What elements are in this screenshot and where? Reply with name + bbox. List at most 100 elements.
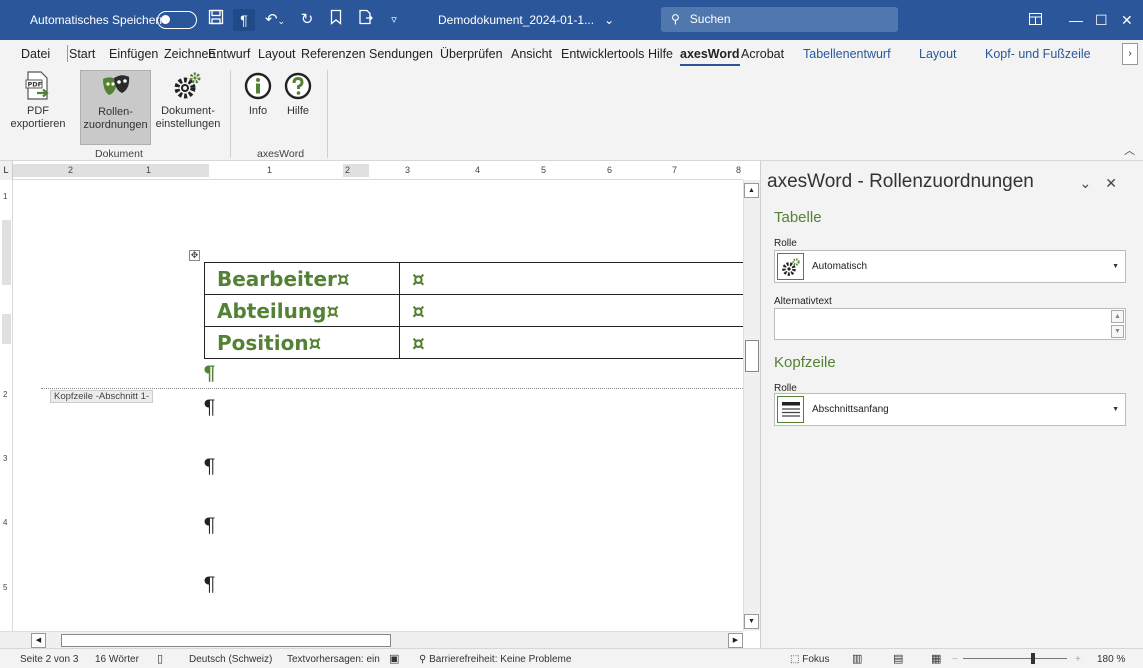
vertical-ruler[interactable]: 1 2 3 4 5	[0, 180, 13, 631]
tab-selector[interactable]: L	[0, 161, 13, 180]
tab-entwicklertools[interactable]: Entwicklertools	[561, 47, 644, 61]
horizontal-scrollbar[interactable]: ◀ ▶	[0, 631, 743, 648]
tab-einfuegen[interactable]: Einfügen	[109, 47, 158, 61]
section-start-icon	[777, 396, 804, 423]
customize-toolbar-icon[interactable]: ▿	[385, 9, 403, 31]
alt-text-scroll-down-icon[interactable]: ▼	[1111, 325, 1124, 338]
paragraph-mark: ¶	[203, 361, 216, 385]
document-export-icon[interactable]	[355, 9, 377, 31]
undo-icon[interactable]: ↶⌄	[262, 9, 288, 31]
collapse-ribbon-icon[interactable]: ︿	[1124, 142, 1135, 158]
tab-sendungen[interactable]: Sendungen	[369, 47, 433, 61]
header-role-dropdown[interactable]: Abschnittsanfang ▼	[774, 393, 1126, 426]
tab-entwurf[interactable]: Entwurf	[208, 47, 250, 61]
close-icon[interactable]: ✕	[1121, 12, 1133, 29]
redo-icon[interactable]: ↻	[297, 9, 317, 31]
tab-tabellenentwurf[interactable]: Tabellenentwurf	[803, 47, 891, 61]
pdf-export-button[interactable]: PDF PDF exportieren	[7, 70, 69, 131]
tabs-scroll-right-icon[interactable]: ›	[1122, 43, 1138, 65]
save-icon[interactable]	[206, 9, 226, 31]
search-box[interactable]: ⚲ Suchen	[661, 7, 898, 32]
web-layout-icon[interactable]: ▦	[931, 652, 941, 665]
ruler-number: 4	[3, 518, 8, 527]
text-predictions[interactable]: Textvorhersagen: ein	[287, 654, 380, 665]
pdf-export-label-1: PDF	[27, 105, 49, 117]
focus-icon: ⬚	[790, 654, 803, 665]
table-cell-value[interactable]: ¤	[399, 262, 743, 295]
tab-start[interactable]: Start	[69, 47, 95, 61]
document-page[interactable]: ✥ Bearbeiter¤ ¤ Abteilung¤ ¤ Position¤ ¤…	[13, 180, 743, 631]
accessibility-status[interactable]: ⚲ Barrierefreiheit: Keine Probleme	[419, 654, 571, 665]
vertical-scrollbar[interactable]: ▲ ▼	[743, 180, 760, 631]
alt-text-scroll-up-icon[interactable]: ▲	[1111, 310, 1124, 323]
bookmark-icon[interactable]	[326, 9, 346, 31]
tab-file[interactable]: Datei	[21, 47, 50, 61]
document-table[interactable]: Bearbeiter¤ ¤ Abteilung¤ ¤ Position¤ ¤	[204, 262, 743, 359]
tab-axesword[interactable]: axesWord	[680, 47, 740, 66]
ruler-margin-mid	[2, 314, 11, 344]
section-heading-header: Kopfzeile	[774, 354, 836, 371]
role-assignments-label-1: Rollen-	[98, 106, 133, 118]
zoom-out-button[interactable]: −	[952, 654, 958, 665]
autosave-toggle[interactable]	[157, 11, 197, 29]
title-bar: Automatisches Speichern ¶ ↶⌄ ↻ ▿ Demodok…	[0, 0, 1143, 40]
paragraph-mark: ¶	[203, 572, 216, 596]
formatting-marks-icon[interactable]: ¶	[233, 9, 255, 31]
table-cell-value[interactable]: ¤	[399, 294, 743, 327]
document-settings-button[interactable]: Dokument- einstellungen	[152, 70, 224, 131]
tab-ueberpruefen[interactable]: Überprüfen	[440, 47, 503, 61]
maximize-icon[interactable]: ☐	[1095, 12, 1108, 29]
tab-kopf-fusszeile[interactable]: Kopf- und Fußzeile	[985, 47, 1091, 61]
tab-ansicht[interactable]: Ansicht	[511, 47, 552, 61]
table-role-dropdown[interactable]: Automatisch ▼	[774, 250, 1126, 283]
paragraph-mark: ¶	[203, 513, 216, 537]
tab-acrobat[interactable]: Acrobat	[741, 47, 784, 61]
document-name[interactable]: Demodokument_2024-01-1... ⌄	[438, 13, 614, 27]
table-move-handle-icon[interactable]: ✥	[189, 250, 200, 261]
ribbon: PDF PDF exportieren Rollen- zuordnungen …	[0, 66, 1143, 161]
scroll-up-icon[interactable]: ▲	[744, 183, 759, 198]
ruler-number: 3	[3, 454, 8, 463]
macro-recording-icon[interactable]: ▣	[389, 652, 399, 665]
word-count[interactable]: 16 Wörter	[95, 654, 139, 665]
scroll-down-icon[interactable]: ▼	[744, 614, 759, 629]
zoom-in-button[interactable]: +	[1075, 654, 1081, 665]
zoom-level[interactable]: 180 %	[1097, 654, 1125, 665]
language[interactable]: Deutsch (Schweiz)	[189, 654, 272, 665]
scroll-right-icon[interactable]: ▶	[728, 633, 743, 648]
minimize-icon[interactable]: —	[1069, 12, 1083, 28]
table-cell-label[interactable]: Abteilung¤	[204, 294, 400, 327]
tab-hilfe[interactable]: Hilfe	[648, 47, 673, 61]
info-button[interactable]: Info	[240, 70, 276, 118]
zoom-slider-handle[interactable]	[1031, 653, 1035, 664]
print-layout-icon[interactable]: ▤	[893, 652, 903, 665]
read-mode-icon[interactable]: ▥	[852, 652, 862, 665]
tab-table-layout[interactable]: Layout	[919, 47, 957, 61]
horizontal-ruler[interactable]: 2 1 1 2 3 4 5 6 7 8	[13, 161, 743, 180]
pane-close-icon[interactable]: ✕	[1105, 175, 1131, 191]
proofing-book-icon[interactable]: ▯	[157, 652, 163, 665]
table-cell-label[interactable]: Bearbeiter¤	[204, 262, 400, 295]
pane-options-icon[interactable]: ⌄	[1080, 175, 1106, 191]
table-cell-value[interactable]: ¤	[399, 326, 743, 359]
vertical-scroll-thumb[interactable]	[745, 340, 759, 372]
zoom-slider[interactable]	[963, 658, 1067, 659]
accessibility-icon: ⚲	[419, 654, 430, 665]
section-heading-table: Tabelle	[774, 209, 822, 226]
alt-text-field[interactable]: ▲ ▼	[774, 308, 1126, 340]
ribbon-display-icon[interactable]	[1029, 12, 1042, 28]
help-icon	[280, 70, 316, 102]
scroll-left-icon[interactable]: ◀	[31, 633, 46, 648]
page-count[interactable]: Seite 2 von 3	[20, 654, 78, 665]
focus-mode[interactable]: ⬚ Fokus	[790, 654, 829, 665]
help-button[interactable]: Hilfe	[280, 70, 316, 118]
tab-layout[interactable]: Layout	[258, 47, 296, 61]
group-separator	[327, 70, 328, 158]
ruler-number: 1	[146, 165, 152, 175]
horizontal-scroll-thumb[interactable]	[61, 634, 391, 647]
info-icon	[240, 70, 276, 102]
header-section-label: Kopfzeile -Abschnitt 1-	[50, 390, 154, 403]
tab-referenzen[interactable]: Referenzen	[301, 47, 366, 61]
table-cell-label[interactable]: Position¤	[204, 326, 400, 359]
role-assignments-button[interactable]: Rollen- zuordnungen	[80, 70, 151, 145]
